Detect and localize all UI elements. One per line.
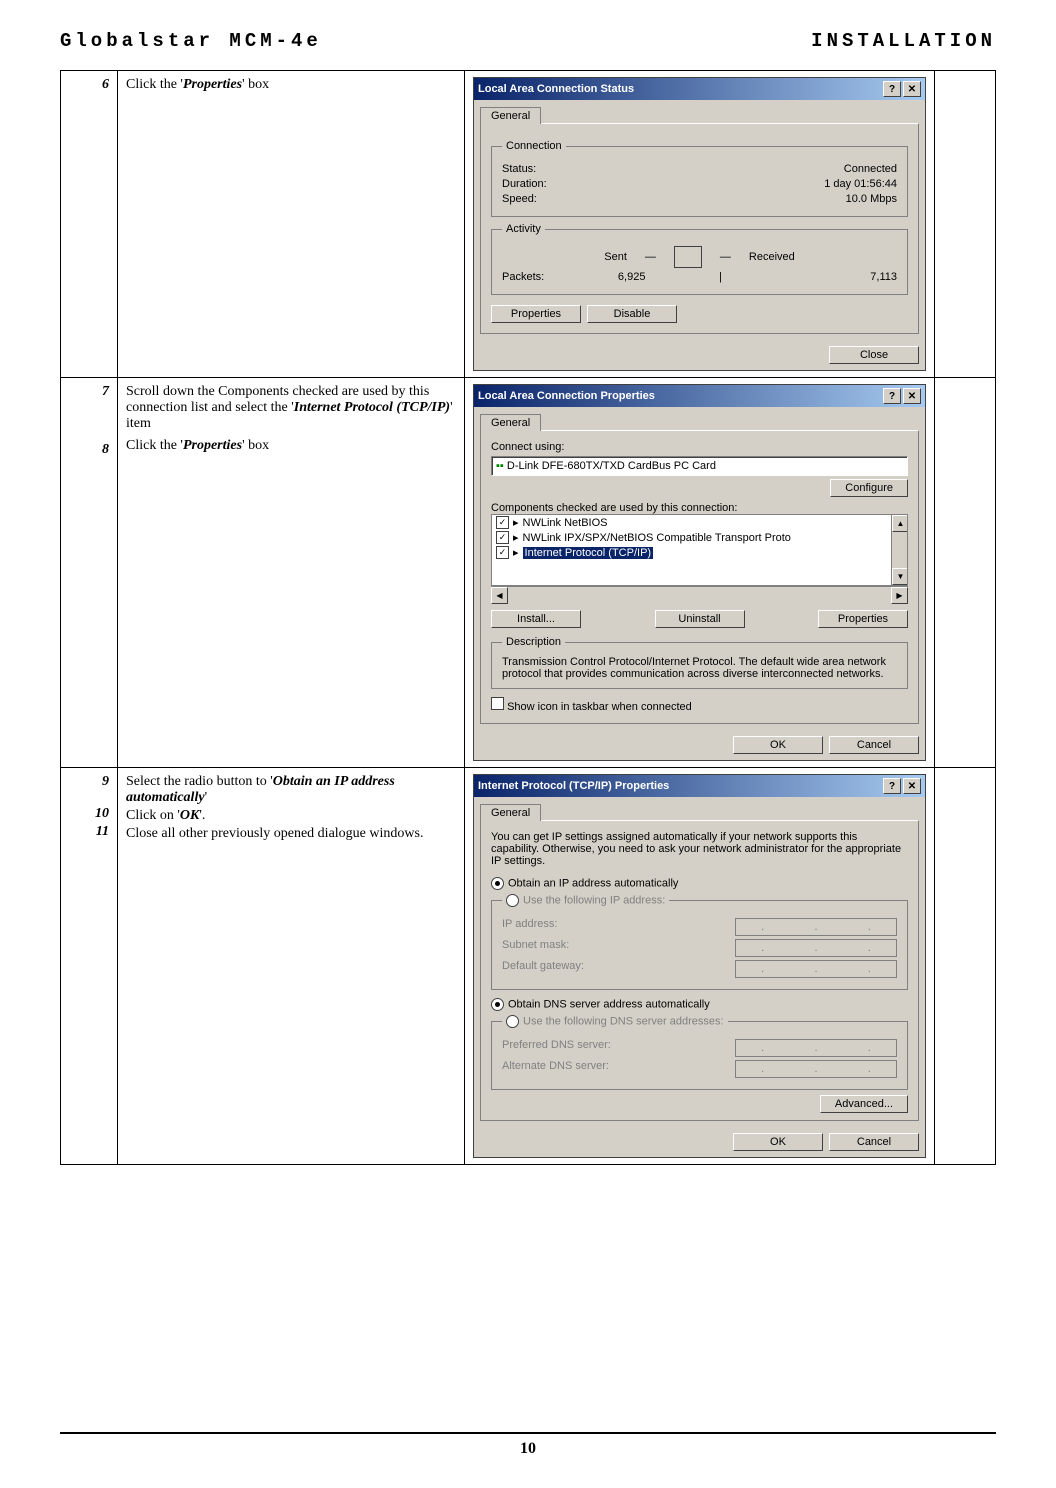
alt-dns-field: ... xyxy=(735,1060,897,1078)
table-row: 7 8 Scroll down the Components checked a… xyxy=(61,378,996,768)
dialog-title: Local Area Connection Properties xyxy=(478,390,655,402)
tab-general[interactable]: General xyxy=(480,107,541,124)
step-num: 7 xyxy=(69,384,109,400)
help-icon[interactable]: ? xyxy=(883,388,901,404)
page-footer: 10 xyxy=(60,1432,996,1458)
cancel-button[interactable]: Cancel xyxy=(829,1133,919,1151)
description-group: Description Transmission Control Protoco… xyxy=(491,636,908,689)
properties-button[interactable]: Properties xyxy=(818,610,908,628)
radio-use-ip[interactable] xyxy=(506,894,519,907)
activity-group: Activity Sent — — Received Packets: xyxy=(491,223,908,295)
components-listbox[interactable]: ✓▸NWLink NetBIOS ✓▸NWLink IPX/SPX/NetBIO… xyxy=(491,514,908,586)
scrollbar-horizontal[interactable]: ◀▶ xyxy=(491,586,908,602)
status-dialog: Local Area Connection Status ? ✕ General… xyxy=(473,77,926,371)
help-icon[interactable]: ? xyxy=(883,778,901,794)
step-num: 6 xyxy=(61,71,118,378)
connection-group: Connection Status:Connected Duration:1 d… xyxy=(491,140,908,217)
screenshot-cell: Local Area Connection Status ? ✕ General… xyxy=(465,71,935,378)
header-right: INSTALLATION xyxy=(811,30,996,52)
header-left: Globalstar MCM-4e xyxy=(60,30,322,52)
radio-use-dns[interactable] xyxy=(506,1015,519,1028)
configure-button[interactable]: Configure xyxy=(830,479,908,497)
properties-button[interactable]: Properties xyxy=(491,305,581,323)
gateway-field: ... xyxy=(735,960,897,978)
ok-button[interactable]: OK xyxy=(733,1133,823,1151)
step-num: 8 xyxy=(69,442,109,458)
close-icon[interactable]: ✕ xyxy=(903,81,921,97)
tab-general[interactable]: General xyxy=(480,414,541,431)
tab-general[interactable]: General xyxy=(480,804,541,821)
disable-button[interactable]: Disable xyxy=(587,305,677,323)
tcpip-dialog: Internet Protocol (TCP/IP) Properties ? … xyxy=(473,774,926,1158)
step-instruction: Click the 'Properties' box xyxy=(118,71,465,378)
radio-auto-ip[interactable] xyxy=(491,877,504,890)
close-icon[interactable]: ✕ xyxy=(903,778,921,794)
activity-icon xyxy=(674,246,702,268)
cancel-button[interactable]: Cancel xyxy=(829,736,919,754)
adapter-field: ▪▪ D-Link DFE-680TX/TXD CardBus PC Card xyxy=(491,456,908,476)
page-number: 10 xyxy=(520,1440,536,1457)
ok-button[interactable]: OK xyxy=(733,736,823,754)
ip-field: ... xyxy=(735,918,897,936)
show-icon-checkbox[interactable] xyxy=(491,697,504,710)
step-num: 10 xyxy=(69,806,109,822)
close-button[interactable]: Close xyxy=(829,346,919,364)
subnet-field: ... xyxy=(735,939,897,957)
properties-dialog: Local Area Connection Properties ? ✕ Gen… xyxy=(473,384,926,761)
advanced-button[interactable]: Advanced... xyxy=(820,1095,908,1113)
table-row: 6 Click the 'Properties' box Local Area … xyxy=(61,71,996,378)
steps-table: 6 Click the 'Properties' box Local Area … xyxy=(60,70,996,1165)
close-icon[interactable]: ✕ xyxy=(903,388,921,404)
scrollbar-vertical[interactable]: ▲▼ xyxy=(891,515,907,585)
step-num: 11 xyxy=(69,824,109,840)
help-icon[interactable]: ? xyxy=(883,81,901,97)
table-row: 9 10 11 Select the radio button to 'Obta… xyxy=(61,768,996,1165)
uninstall-button[interactable]: Uninstall xyxy=(655,610,745,628)
pref-dns-field: ... xyxy=(735,1039,897,1057)
dialog-title: Internet Protocol (TCP/IP) Properties xyxy=(478,780,669,792)
radio-auto-dns[interactable] xyxy=(491,998,504,1011)
dialog-title: Local Area Connection Status xyxy=(478,83,634,95)
step-num: 9 xyxy=(69,774,109,790)
install-button[interactable]: Install... xyxy=(491,610,581,628)
